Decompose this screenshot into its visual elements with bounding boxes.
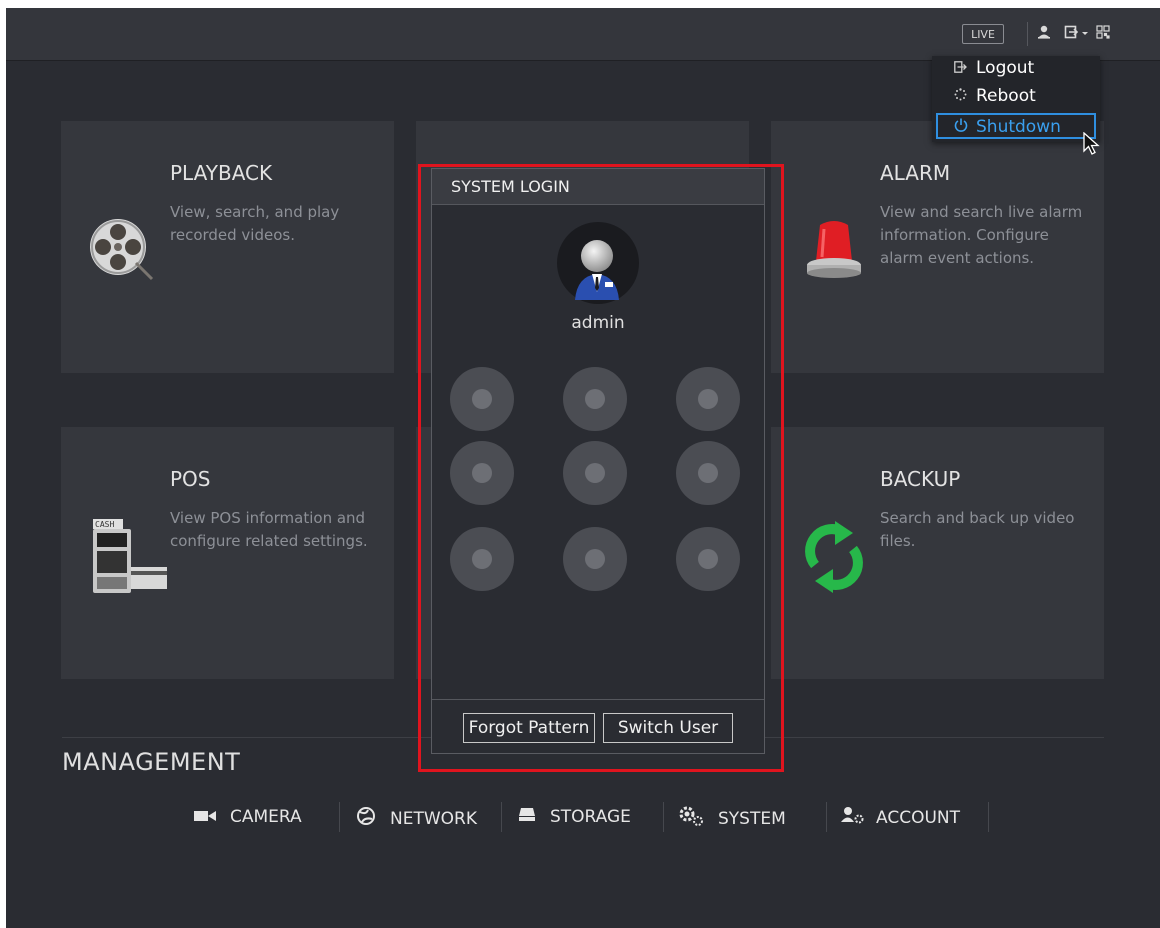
power-icon (954, 116, 976, 140)
register-cash-label: CASH (95, 520, 114, 529)
film-reel-icon (88, 217, 158, 287)
top-bar: LIVE (6, 8, 1160, 61)
menu-item-shutdown[interactable]: Shutdown (936, 113, 1096, 139)
management-separator (663, 802, 664, 832)
management-separator (501, 802, 502, 832)
management-separator (339, 802, 340, 832)
management-camera[interactable]: CAMERA (194, 806, 302, 828)
management-separator (826, 802, 827, 832)
management-separator (988, 802, 989, 832)
menu-item-reboot[interactable]: Reboot (936, 84, 1096, 110)
alarm-tile[interactable]: ALARM View and search live alarm informat… (771, 121, 1104, 373)
pos-tile[interactable]: CASH POS View POS information and configu… (61, 427, 394, 679)
qr-code-icon[interactable] (1096, 24, 1110, 44)
logout-dropdown-menu: Logout Reboot Shutdown (932, 56, 1100, 142)
management-storage[interactable]: STORAGE (518, 806, 631, 828)
gears-icon (678, 806, 704, 832)
account-settings-icon (840, 806, 864, 830)
reboot-icon (954, 85, 976, 109)
management-label: NETWORK (390, 809, 477, 829)
cash-register-icon: CASH (91, 517, 171, 599)
topbar-divider (1027, 22, 1028, 46)
management-system[interactable]: SYSTEM (678, 806, 786, 832)
management-label: STORAGE (550, 807, 631, 827)
siren-icon (804, 217, 864, 283)
management-title: MANAGEMENT (62, 748, 241, 776)
tile-title: ALARM (880, 161, 951, 185)
tile-description: Search and back up video files. (880, 509, 1075, 550)
live-button[interactable]: LIVE (962, 24, 1004, 44)
management-label: CAMERA (230, 807, 302, 827)
tile-title: BACKUP (880, 467, 961, 491)
menu-item-logout[interactable]: Logout (936, 56, 1096, 82)
management-account[interactable]: ACCOUNT (840, 806, 960, 830)
nvr-main-menu: LIVE PLAYBACK View, search, and play rec… (6, 8, 1160, 928)
management-label: SYSTEM (718, 809, 786, 829)
tile-description: View and search live alarm information. C… (880, 203, 1083, 267)
logout-icon (954, 57, 976, 81)
tile-title: PLAYBACK (170, 161, 273, 185)
backup-tile[interactable]: BACKUP Search and back up video files. (771, 427, 1104, 679)
tile-title: POS (170, 467, 211, 491)
camera-icon (194, 806, 216, 828)
logout-menu-icon[interactable] (1064, 24, 1090, 45)
user-icon[interactable] (1036, 24, 1052, 45)
tile-description: View, search, and play recorded videos. (170, 203, 340, 244)
management-label: ACCOUNT (876, 808, 960, 828)
tile-description: View POS information and configure relate… (170, 509, 368, 550)
network-globe-icon (356, 806, 376, 832)
hard-drive-icon (518, 806, 536, 828)
playback-tile[interactable]: PLAYBACK View, search, and play recorded … (61, 121, 394, 373)
mouse-cursor-icon (1083, 131, 1101, 160)
management-network[interactable]: NETWORK (356, 806, 477, 832)
refresh-arrows-icon (801, 521, 867, 597)
red-highlight-box (418, 164, 784, 772)
